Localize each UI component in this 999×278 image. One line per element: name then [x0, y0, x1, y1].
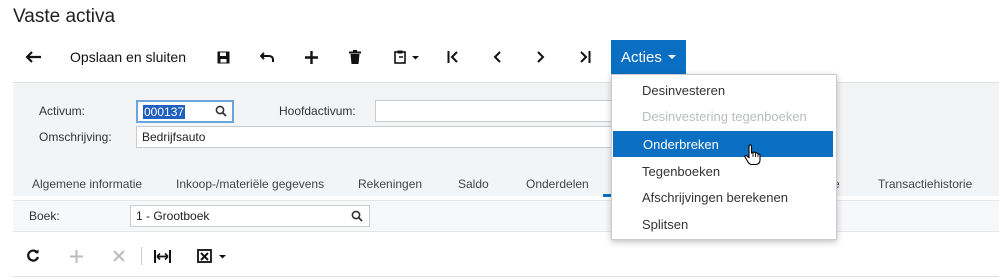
menu-item-afschrijvingen-berekenen[interactable]: Afschrijvingen berekenen — [612, 184, 836, 210]
prev-icon[interactable] — [486, 41, 508, 73]
first-icon[interactable] — [442, 41, 464, 73]
clipboard-icon[interactable] — [388, 41, 426, 73]
tab-saldo[interactable]: Saldo — [458, 177, 489, 191]
omschrijving-field[interactable]: Bedrijfsauto — [136, 126, 612, 148]
chevron-down-icon — [667, 55, 676, 59]
undo-icon[interactable] — [256, 41, 278, 73]
activum-label: Activum: — [39, 104, 86, 118]
activum-field[interactable]: 000137 — [136, 100, 234, 123]
menu-item-onderbreken[interactable]: Onderbreken — [613, 131, 833, 157]
acties-label: Acties — [621, 48, 662, 66]
save-close-button[interactable]: Opslaan en sluiten — [62, 41, 194, 73]
acties-dropdown-menu: Desinvesteren Desinvestering tegenboeken… — [611, 74, 837, 240]
tab-bar: Algemene informatie Inkoop-/materiële ge… — [13, 172, 999, 196]
save-icon[interactable] — [212, 41, 234, 73]
refresh-icon[interactable] — [22, 244, 44, 268]
plus-icon[interactable] — [300, 41, 322, 73]
menu-item-desinvesteren[interactable]: Desinvesteren — [612, 77, 836, 103]
next-icon[interactable] — [530, 41, 552, 73]
hoofdactivum-label: Hoofdactivum: — [279, 104, 356, 118]
boek-field[interactable]: 1 - Grootboek — [130, 205, 370, 227]
activum-value: 000137 — [143, 104, 186, 119]
trash-icon[interactable] — [344, 41, 366, 73]
tab-inkoop-materiele-gegevens[interactable]: Inkoop-/materiële gegevens — [176, 177, 324, 191]
boek-label: Boek: — [29, 209, 60, 223]
divider — [13, 276, 999, 277]
menu-item-tegenboeken[interactable]: Tegenboeken — [612, 158, 836, 184]
omschrijving-label: Omschrijving: — [39, 130, 112, 144]
hoofdactivum-field[interactable] — [375, 100, 612, 122]
tab-rekeningen[interactable]: Rekeningen — [358, 177, 422, 191]
close-icon[interactable] — [108, 244, 130, 268]
tab-onderdelen[interactable]: Onderdelen — [526, 177, 589, 191]
search-icon[interactable] — [215, 105, 227, 120]
excel-icon[interactable] — [195, 244, 231, 268]
menu-item-desinvestering-tegenboeken[interactable]: Desinvestering tegenboeken — [612, 103, 836, 129]
boek-value: 1 - Grootboek — [136, 209, 210, 223]
menu-item-splitsen[interactable]: Splitsen — [612, 211, 836, 237]
divider — [141, 247, 142, 265]
tab-algemene-informatie[interactable]: Algemene informatie — [32, 177, 142, 191]
page-title: Vaste activa — [13, 6, 116, 27]
hand-cursor-icon — [744, 144, 762, 171]
back-arrow-icon[interactable] — [22, 41, 46, 73]
tab-transactiehistorie[interactable]: Transactiehistorie — [878, 177, 972, 191]
search-icon[interactable] — [351, 210, 363, 225]
last-icon[interactable] — [574, 41, 596, 73]
fit-width-icon[interactable] — [150, 244, 174, 268]
acties-button[interactable]: Acties — [611, 40, 686, 74]
plus-icon[interactable] — [65, 244, 87, 268]
